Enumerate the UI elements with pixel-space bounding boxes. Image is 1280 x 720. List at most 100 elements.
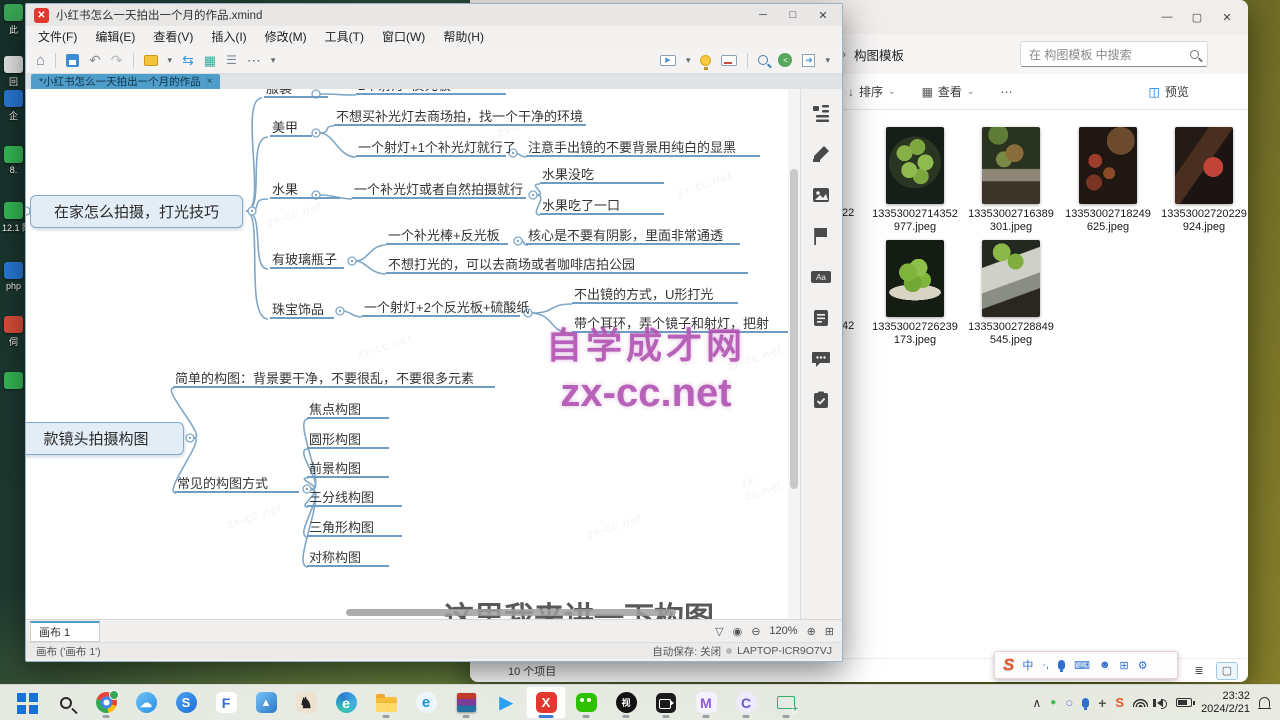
desktop-shortcut-icon[interactable]: 伺: [2, 316, 25, 348]
taskbar-app-recorder-app[interactable]: 视: [606, 686, 646, 719]
settings-icon[interactable]: ⚙: [1138, 659, 1148, 672]
wifi-icon[interactable]: [1133, 698, 1148, 707]
notification-bell-icon[interactable]: [1259, 697, 1270, 708]
mindmap-node[interactable]: 核心是不要有阴影，里面非常通透: [526, 227, 740, 245]
save-icon[interactable]: [66, 54, 79, 67]
taskbar-app-edge[interactable]: e: [326, 686, 366, 719]
fit-icon[interactable]: ⊞: [825, 625, 834, 638]
horizontal-scrollbar[interactable]: [346, 609, 676, 616]
details-view-toggle[interactable]: ≣: [1188, 662, 1210, 680]
skin-icon[interactable]: ☻: [1099, 659, 1111, 671]
banner-icon[interactable]: [721, 55, 737, 66]
mindmap-node[interactable]: 三角形构图: [307, 519, 402, 537]
summary-icon[interactable]: ▦: [204, 54, 216, 67]
central-topic-lighting[interactable]: 在家怎么拍摄，打光技巧: [30, 195, 243, 228]
mindmap-node[interactable]: 一个射灯+1个补光灯就行了: [356, 139, 506, 157]
xmind-close-button[interactable]: ✕: [808, 9, 838, 22]
zoom-out-icon[interactable]: ⊖: [751, 625, 760, 638]
taskbar-app-c-app[interactable]: C: [726, 686, 766, 719]
taskbar-app-mountain-app[interactable]: M: [686, 686, 726, 719]
tray-green-icon[interactable]: ●: [1050, 697, 1056, 708]
desktop-shortcut-icon[interactable]: 回: [2, 56, 25, 88]
mindmap-node[interactable]: 2个射灯+反光板: [356, 89, 506, 95]
clock[interactable]: 23:32 2024/2/21: [1201, 690, 1250, 716]
mindmap-node[interactable]: 对称构图: [307, 549, 389, 567]
mindmap-node[interactable]: 有玻璃瓶子: [270, 251, 344, 269]
sort-button[interactable]: ↓ 排序 ⌄: [848, 83, 896, 100]
tray-mic-icon[interactable]: [1082, 698, 1089, 708]
outline-icon[interactable]: ☰: [226, 54, 237, 66]
taskbar-app-camera-app[interactable]: [646, 686, 686, 719]
sogou-logo-icon[interactable]: S: [1003, 655, 1014, 675]
taskbar-app-sogou-browser[interactable]: S: [166, 686, 206, 719]
mindmap-node[interactable]: 前景构图: [307, 460, 389, 478]
taskbar-app-file-explorer[interactable]: [366, 686, 406, 719]
mindmap-node[interactable]: 服装: [264, 89, 328, 98]
desktop-shortcut-icon[interactable]: 8.: [2, 146, 25, 175]
desktop-shortcut-icon[interactable]: 企: [2, 90, 25, 122]
central-topic-composition[interactable]: 款镜头拍摄构图: [26, 422, 184, 455]
more-options-button[interactable]: ⋯: [1000, 85, 1012, 99]
sheet-tab[interactable]: 画布 1: [30, 621, 100, 642]
style-icon[interactable]: [144, 55, 158, 66]
taskbar-app-cat-app[interactable]: ♞: [286, 686, 326, 719]
tab-close-icon[interactable]: ×: [207, 76, 213, 87]
mindmap-node[interactable]: 一个补光灯或者自然拍摄就行: [352, 181, 526, 199]
zoom-in-icon[interactable]: ⊕: [807, 625, 816, 638]
document-tab[interactable]: *小红书怎么一天拍出一个月的作品 ×: [31, 74, 220, 89]
presentation-icon[interactable]: ▶: [660, 55, 676, 66]
vertical-scrollbar[interactable]: [788, 89, 800, 619]
xmind-maximize-button[interactable]: □: [778, 9, 808, 21]
chinese-mode-icon[interactable]: 中: [1022, 657, 1033, 673]
taskbar-app-wechat[interactable]: [566, 686, 606, 719]
mindmap-node[interactable]: 一个射灯+2个反光板+硫酸纸: [362, 299, 520, 317]
view-button[interactable]: ▦ 查看 ⌄: [922, 83, 975, 100]
mindmap-node[interactable]: 圆形构图: [307, 431, 389, 449]
battery-icon[interactable]: [1176, 698, 1192, 707]
mindmap-node[interactable]: 水果吃了一口: [540, 197, 664, 215]
home-icon[interactable]: ⌂: [36, 53, 45, 68]
file-item[interactable]: 13353002720229924.jpeg: [1156, 127, 1248, 234]
menu-item[interactable]: 工具(T): [325, 28, 364, 45]
caret-down-icon[interactable]: ▾: [825, 56, 830, 65]
format-brush-icon[interactable]: [811, 144, 831, 164]
desktop-shortcut-icon[interactable]: php: [2, 262, 25, 291]
mindmap-node[interactable]: 一个补光棒+反光板: [386, 227, 508, 245]
taskbar-app-photos[interactable]: ▲: [246, 686, 286, 719]
mindmap-node[interactable]: 不想打光的，可以去商场或者咖啡店拍公园: [386, 256, 748, 274]
file-item[interactable]: 13353002714352977.jpeg: [867, 127, 963, 234]
insert-image-icon[interactable]: [811, 185, 831, 205]
xmind-minimize-button[interactable]: ─: [748, 9, 778, 21]
eye-icon[interactable]: ◉: [733, 625, 743, 638]
tray-ring-icon[interactable]: ○: [1065, 695, 1073, 710]
taskbar-app-chrome[interactable]: [86, 686, 126, 719]
desktop-shortcut-icon[interactable]: 12.1 阴: [2, 202, 25, 234]
mindmap-node[interactable]: 不出镜的方式，U形打光: [572, 286, 738, 304]
share-icon[interactable]: <: [778, 53, 792, 67]
caret-down-icon[interactable]: ▾: [168, 56, 173, 65]
explorer-close-button[interactable]: ✕: [1212, 11, 1242, 24]
taskbar-app-ie-browser[interactable]: e: [406, 686, 446, 719]
export-icon[interactable]: ➔: [802, 54, 815, 67]
comment-icon[interactable]: [811, 349, 831, 369]
menu-item[interactable]: 窗口(W): [382, 28, 425, 45]
menu-item[interactable]: 文件(F): [38, 28, 77, 45]
voice-icon[interactable]: [1058, 660, 1065, 670]
menu-item[interactable]: 查看(V): [153, 28, 193, 45]
redo-icon[interactable]: ↷: [111, 53, 123, 67]
outline-structure-icon[interactable]: [811, 103, 831, 123]
mindmap-node[interactable]: 不想买补光灯去商场拍，找一个干净的环境: [334, 108, 586, 126]
relationship-icon[interactable]: ⇆: [182, 53, 194, 67]
label-icon[interactable]: Aa: [810, 267, 832, 287]
taskbar-app-winrar[interactable]: [446, 686, 486, 719]
toolbox-icon[interactable]: ⊞: [1120, 659, 1129, 672]
taskbar-app-search[interactable]: [46, 686, 86, 719]
caret-down-icon[interactable]: ▾: [686, 56, 691, 65]
mindmap-node[interactable]: 简单的构图：背景要干净，不要很乱，不要很多元素: [173, 370, 495, 388]
filter-icon[interactable]: ▽: [715, 625, 723, 638]
menu-item[interactable]: 帮助(H): [443, 28, 484, 45]
more-icon[interactable]: ⋯: [247, 53, 261, 67]
mindmap-node[interactable]: 珠宝饰品: [270, 301, 334, 319]
soft-keyboard-icon[interactable]: ⌨: [1074, 659, 1090, 672]
file-item[interactable]: 13353002726239173.jpeg: [867, 240, 963, 347]
